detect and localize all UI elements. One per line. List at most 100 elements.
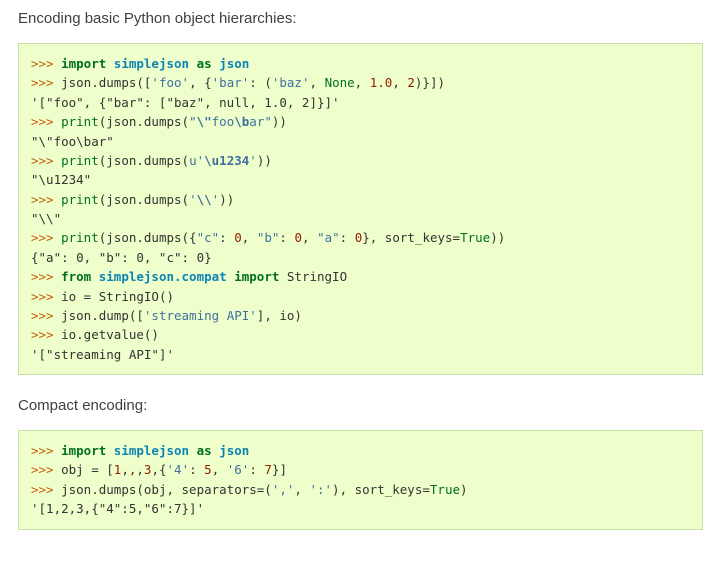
code: )) — [257, 153, 272, 168]
string-escape: \u1234 — [204, 153, 249, 168]
prompt: >>> — [31, 443, 61, 458]
output: '[1,2,3,{"4":5,"6":7}]' — [31, 501, 204, 516]
prompt: >>> — [31, 462, 61, 477]
string: '6' — [227, 462, 250, 477]
kw-from: from — [61, 269, 91, 284]
prompt: >>> — [31, 114, 61, 129]
prompt: >>> — [31, 56, 61, 71]
code: json.dumps(obj, separators=( — [61, 482, 272, 497]
code: ], io) — [257, 308, 302, 323]
string-escape: \b — [234, 114, 249, 129]
builtin-none: None — [325, 75, 355, 90]
prompt: >>> — [31, 153, 61, 168]
kw-as: as — [197, 443, 212, 458]
code: )) — [219, 192, 234, 207]
code: }, sort_keys= — [362, 230, 460, 245]
string: ',' — [272, 482, 295, 497]
code: (json.dumps( — [99, 153, 189, 168]
space — [279, 269, 287, 284]
code: , — [302, 230, 317, 245]
string-escape: \" — [197, 114, 212, 129]
code: , — [294, 482, 309, 497]
prompt: >>> — [31, 308, 61, 323]
code: , — [136, 462, 144, 477]
number: 0 — [294, 230, 302, 245]
module-name: simplejson — [114, 56, 189, 71]
string: 'baz' — [272, 75, 310, 90]
output: "\u1234" — [31, 172, 91, 187]
prompt: >>> — [31, 269, 61, 284]
section-heading-2: Compact encoding: — [18, 397, 703, 414]
code-block-2: >>> import simplejson as json >>> obj = … — [18, 430, 703, 530]
code: }] — [272, 462, 287, 477]
code: io = StringIO() — [61, 289, 174, 304]
string: ' — [249, 153, 257, 168]
code: : — [219, 230, 234, 245]
string: 'foo' — [151, 75, 189, 90]
prompt: >>> — [31, 482, 61, 497]
code: )}]) — [415, 75, 445, 90]
code: (json.dumps( — [99, 114, 189, 129]
code: json.dump([ — [61, 308, 144, 323]
string: "b" — [257, 230, 280, 245]
code: : — [249, 462, 264, 477]
output: '["foo", {"bar": ["baz", null, 1.0, 2]}]… — [31, 95, 340, 110]
code: : — [340, 230, 355, 245]
code: : ( — [249, 75, 272, 90]
name: StringIO — [287, 269, 347, 284]
string: 'bar' — [212, 75, 250, 90]
code: , — [121, 462, 129, 477]
code: : — [189, 462, 204, 477]
code: , { — [189, 75, 212, 90]
string: 'streaming API' — [144, 308, 257, 323]
builtin-true: True — [460, 230, 490, 245]
kw-import: import — [61, 443, 106, 458]
number: 2 — [407, 75, 415, 90]
space — [189, 56, 197, 71]
number: 5 — [204, 462, 212, 477]
string: ar — [249, 114, 264, 129]
space — [106, 56, 114, 71]
kw-import: import — [234, 269, 279, 284]
code: , — [392, 75, 407, 90]
builtin-print: print — [61, 153, 99, 168]
number: 1.0 — [370, 75, 393, 90]
code: ,{ — [151, 462, 166, 477]
string: " — [264, 114, 272, 129]
kw-as: as — [197, 56, 212, 71]
number: 0 — [234, 230, 242, 245]
code: )) — [490, 230, 505, 245]
section-heading-1: Encoding basic Python object hierarchies… — [18, 10, 703, 27]
string: ' — [189, 192, 197, 207]
code: json.dumps([ — [61, 75, 151, 90]
alias-name: json — [219, 56, 249, 71]
string: u' — [189, 153, 204, 168]
builtin-true: True — [430, 482, 460, 497]
prompt: >>> — [31, 289, 61, 304]
code: , — [242, 230, 257, 245]
alias-name: json — [219, 443, 249, 458]
code: (json.dumps({ — [99, 230, 197, 245]
prompt: >>> — [31, 192, 61, 207]
space — [91, 269, 99, 284]
code: , — [212, 462, 227, 477]
code-block-1: >>> import simplejson as json >>> json.d… — [18, 43, 703, 375]
code: ) — [460, 482, 468, 497]
string-escape: \\ — [197, 192, 212, 207]
code: : — [279, 230, 294, 245]
code: )) — [272, 114, 287, 129]
builtin-print: print — [61, 230, 99, 245]
output: '["streaming API"]' — [31, 347, 174, 362]
string: foo — [212, 114, 235, 129]
prompt: >>> — [31, 75, 61, 90]
output: {"a": 0, "b": 0, "c": 0} — [31, 250, 212, 265]
output: "\\" — [31, 211, 61, 226]
module-name: simplejson.compat — [99, 269, 227, 284]
prompt: >>> — [31, 327, 61, 342]
space — [189, 443, 197, 458]
builtin-print: print — [61, 114, 99, 129]
space — [106, 443, 114, 458]
code: , — [355, 75, 370, 90]
string: '4' — [167, 462, 190, 477]
code: io.getvalue() — [61, 327, 159, 342]
